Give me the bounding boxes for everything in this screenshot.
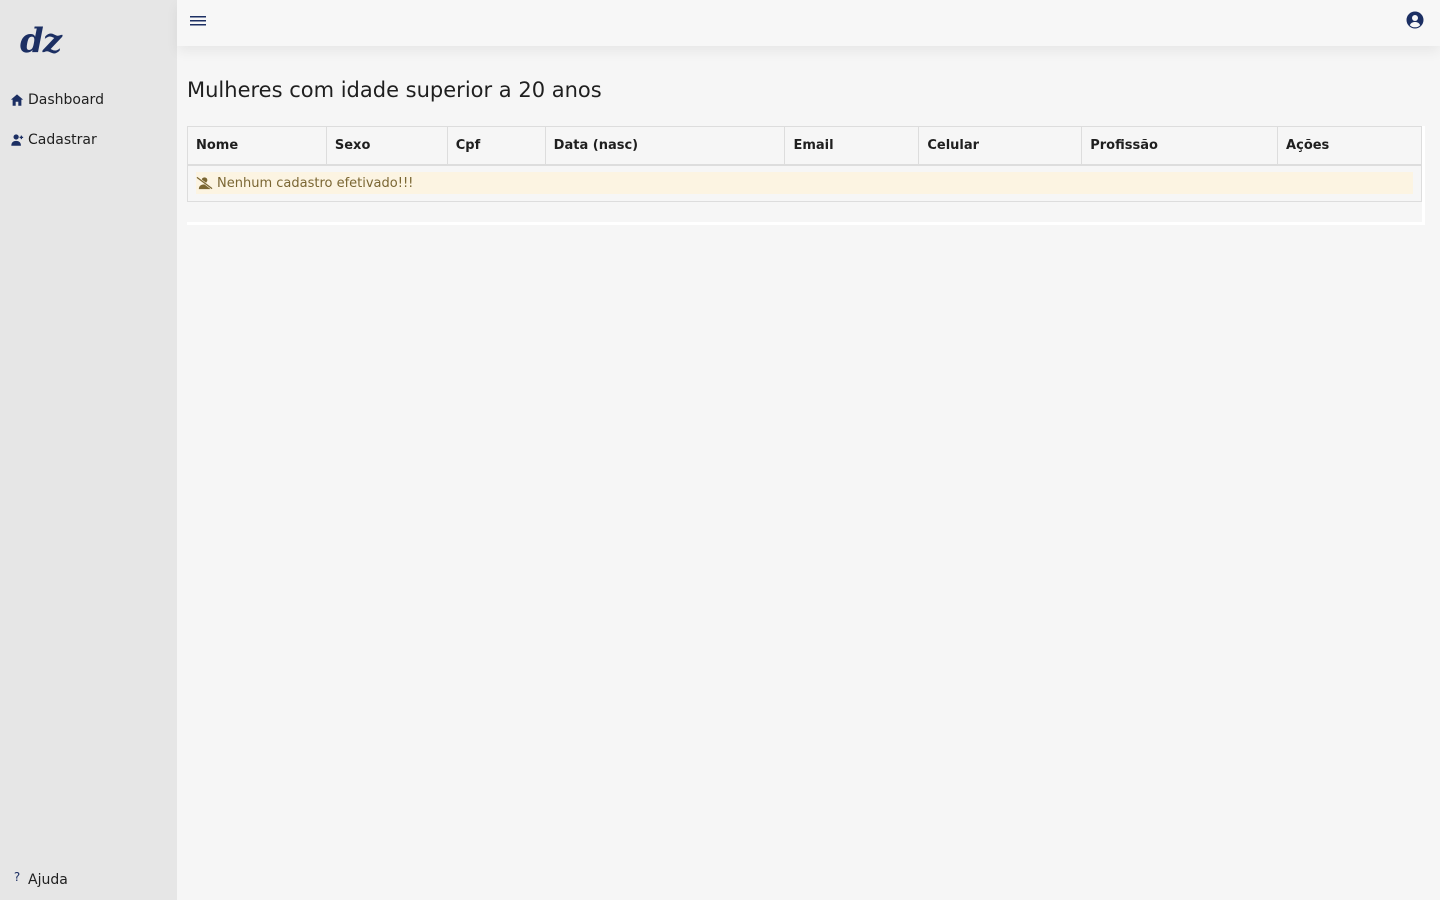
column-header-email[interactable]: Email	[784, 126, 920, 166]
column-header-nome[interactable]: Nome	[187, 126, 327, 166]
sidebar-item-dashboard[interactable]: Dashboard	[10, 88, 104, 112]
sidebar-item-label: Cadastrar	[28, 132, 97, 148]
empty-cell: Nenhum cadastro efetivado!!!	[187, 164, 1422, 202]
home-icon	[10, 94, 24, 106]
column-header-acoes[interactable]: Ações	[1277, 126, 1422, 166]
user-slash-icon	[196, 176, 213, 190]
column-header-profissao[interactable]: Profissão	[1081, 126, 1279, 166]
column-header-celular[interactable]: Celular	[918, 126, 1083, 166]
app-logo[interactable]: dz	[20, 18, 62, 64]
empty-state-alert: Nenhum cadastro efetivado!!!	[196, 172, 1413, 195]
records-table-card: Nome Sexo Cpf Data (nasc) Email Celular …	[187, 126, 1425, 225]
sidebar-item-label: Dashboard	[28, 92, 104, 108]
user-plus-icon	[11, 134, 24, 146]
column-header-sexo[interactable]: Sexo	[325, 126, 448, 166]
sidebar-item-cadastrar[interactable]: Cadastrar	[10, 128, 97, 152]
column-header-cpf[interactable]: Cpf	[446, 126, 546, 166]
sidebar-item-help[interactable]: ? Ajuda	[10, 868, 68, 892]
records-table: Nome Sexo Cpf Data (nasc) Email Celular …	[187, 126, 1422, 202]
table-header-row: Nome Sexo Cpf Data (nasc) Email Celular …	[187, 126, 1422, 166]
sidebar-item-label: Ajuda	[28, 872, 68, 888]
empty-state-message: Nenhum cadastro efetivado!!!	[217, 175, 414, 191]
table-row: Nenhum cadastro efetivado!!!	[187, 164, 1422, 202]
column-header-data-nasc[interactable]: Data (nasc)	[544, 126, 786, 166]
sidebar: dz Dashboard Cadastrar ? Ajuda	[0, 0, 177, 900]
top-bar	[177, 0, 1440, 46]
page-title: Mulheres com idade superior a 20 anos	[187, 78, 602, 102]
hamburger-menu-icon[interactable]	[189, 12, 207, 30]
user-circle-icon[interactable]	[1406, 11, 1424, 29]
question-icon: ?	[13, 870, 21, 884]
